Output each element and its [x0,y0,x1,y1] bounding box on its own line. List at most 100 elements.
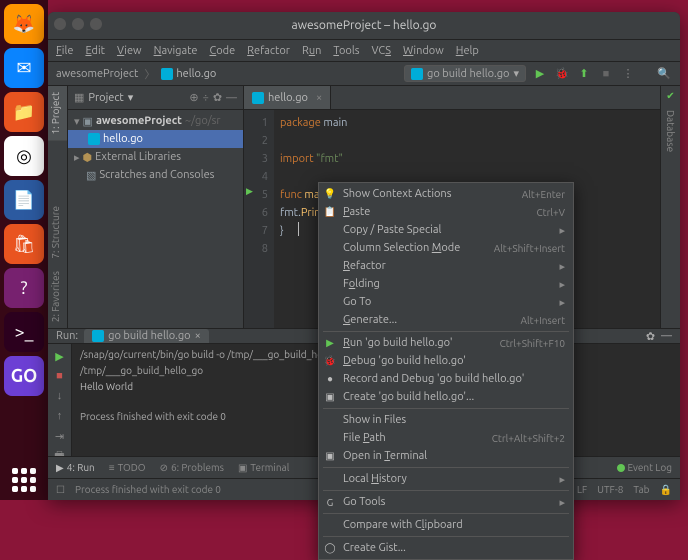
create-icon: ▣ [323,391,337,403]
run-settings-icon[interactable]: ✿ [646,330,655,343]
ubuntu-dock: 🦊 ✉ 📁 ◎ 📄 🛍 ? >_ GO [0,0,48,500]
panel-title: Project [88,92,123,104]
menu-file[interactable]: File [56,45,73,57]
tree-file-hello[interactable]: hello.go [68,130,243,148]
menu-edit[interactable]: Edit [85,45,105,57]
bug-icon: 🐞 [323,355,337,367]
breadcrumb-project[interactable]: awesomeProject [56,68,138,80]
dock-files[interactable]: 📁 [4,92,44,132]
window-buttons[interactable] [54,18,102,30]
tab-project[interactable]: 1: Project [48,86,67,141]
go-icon: G [323,497,337,508]
left-tool-tabs: 1: Project 7: Structure 2: Favorites [48,86,68,328]
select-opened-icon[interactable]: ⊕ [189,91,198,104]
status-lf[interactable]: LF [577,484,587,495]
ctx-create-gist[interactable]: ◯Create Gist... [319,539,573,557]
event-log[interactable]: Event Log [617,462,673,473]
tree-root[interactable]: ▾▣ awesomeProject ~/go/sr [68,112,243,130]
ctx-go-to[interactable]: Go To▸ [319,293,573,311]
menu-window[interactable]: Window [403,45,444,57]
close-tab-icon[interactable]: × [316,92,322,104]
collapse-icon[interactable]: ÷ [203,92,209,104]
run-tab[interactable]: go build hello.go × [84,329,209,343]
tab-database[interactable]: Database [663,106,678,156]
tab-favorites[interactable]: 2: Favorites [48,265,67,328]
text-cursor [298,222,299,236]
up-icon[interactable]: ↑ [52,408,68,424]
ctx-show-context-actions[interactable]: 💡Show Context ActionsAlt+Enter [319,185,573,203]
tab-structure[interactable]: 7: Structure [48,200,67,265]
show-apps-button[interactable] [12,468,36,492]
run-config-selector[interactable]: go build hello.go ▾ [404,65,526,82]
menu-run[interactable]: Run [302,45,321,57]
ctx-go-tools[interactable]: GGo Tools▸ [319,493,573,511]
ctx-generate[interactable]: Generate...Alt+Insert [319,311,573,329]
menu-vcs[interactable]: VCS [372,45,392,57]
ctx-show-in-files[interactable]: Show in Files [319,411,573,429]
status-lock-icon[interactable]: 🔒 [660,484,672,496]
ctx-create-go-build-hello-go[interactable]: ▣Create 'go build hello.go'... [319,388,573,406]
run-gutter-icon[interactable]: ▶ [246,186,253,197]
paste-icon: 📋 [323,206,337,218]
ctx-record-and-debug-go-build-hello-go[interactable]: ●Record and Debug 'go build hello.go' [319,370,573,388]
breadcrumb-file[interactable]: hello.go [161,68,216,80]
go-file-icon [92,330,104,342]
ctx-local-history[interactable]: Local History▸ [319,470,573,488]
project-tool-window: ▦ Project ▾ ⊕ ÷ ✿ — ▾▣ awesomeProject ~/… [68,86,244,328]
menu-refactor[interactable]: Refactor [247,45,290,57]
ctx-file-path[interactable]: File PathCtrl+Alt+Shift+2 [319,429,573,447]
ctx-column-selection-mode[interactable]: Column Selection ModeAlt+Shift+Insert [319,239,573,257]
inspection-ok-icon[interactable]: ✔ [666,90,674,102]
right-tool-tabs: ✔ Database [660,86,680,328]
editor-context-menu: 💡Show Context ActionsAlt+Enter📋PasteCtrl… [318,182,574,560]
go-file-icon [88,133,100,145]
status-encoding[interactable]: UTF-8 [597,484,623,495]
run-title: Run: [56,330,78,342]
settings-icon[interactable]: ✿ [213,91,222,104]
tree-external-libs[interactable]: ▸⬢ External Libraries [68,148,243,166]
ctx-compare-with-clipboard[interactable]: Compare with Clipboard [319,516,573,534]
dock-writer[interactable]: 📄 [4,180,44,220]
ctx-debug-go-build-hello-go[interactable]: 🐞Debug 'go build hello.go' [319,352,573,370]
status-indent[interactable]: Tab [633,484,649,495]
tab-terminal[interactable]: ▣ Terminal [238,462,289,474]
dock-software[interactable]: 🛍 [4,224,44,264]
ctx-copy-paste-special[interactable]: Copy / Paste Special▸ [319,221,573,239]
window-title: awesomeProject – hello.go [292,19,437,32]
status-msg-icon: ☐ [56,484,65,496]
run-button[interactable]: ▶ [532,66,548,82]
ctx-refactor[interactable]: Refactor▸ [319,257,573,275]
tab-todo[interactable]: ≡ TODO [109,462,146,474]
dock-rhythmbox[interactable]: ◎ [4,136,44,176]
menu-view[interactable]: View [117,45,142,57]
dock-firefox[interactable]: 🦊 [4,4,44,44]
search-everywhere-icon[interactable]: 🔍 [656,66,672,82]
down-icon[interactable]: ↓ [52,388,68,404]
ctx-run-go-build-hello-go[interactable]: ▶Run 'go build hello.go'Ctrl+Shift+F10 [319,334,573,352]
dock-thunderbird[interactable]: ✉ [4,48,44,88]
stop-button[interactable]: ■ [598,66,614,82]
stop-icon[interactable]: ■ [52,368,68,384]
run-hide-icon[interactable]: — [661,330,672,342]
menu-tools[interactable]: Tools [333,45,359,57]
menu-code[interactable]: Code [209,45,235,57]
menu-navigate[interactable]: Navigate [154,45,198,57]
wrap-icon[interactable]: ⇥ [52,428,68,444]
hide-icon[interactable]: — [226,92,237,104]
menu-help[interactable]: Help [456,45,479,57]
dock-help[interactable]: ? [4,268,44,308]
tab-run[interactable]: ▶ 4: Run [56,462,95,474]
titlebar: awesomeProject – hello.go [48,12,680,40]
debug-button[interactable]: 🐞 [554,66,570,82]
more-button[interactable]: ⋮ [620,66,636,82]
ctx-folding[interactable]: Folding▸ [319,275,573,293]
dock-terminal[interactable]: >_ [4,312,44,352]
rerun-icon[interactable]: ▶ [52,348,68,364]
editor-tab-hello[interactable]: hello.go × [244,86,331,109]
dock-goland[interactable]: GO [4,356,44,396]
coverage-button[interactable]: ⬆ [576,66,592,82]
ctx-paste[interactable]: 📋PasteCtrl+V [319,203,573,221]
ctx-open-in-terminal[interactable]: ▣Open in Terminal [319,447,573,465]
tree-scratches[interactable]: ▧ Scratches and Consoles [68,166,243,184]
tab-problems[interactable]: ⊘ 6: Problems [160,462,224,474]
